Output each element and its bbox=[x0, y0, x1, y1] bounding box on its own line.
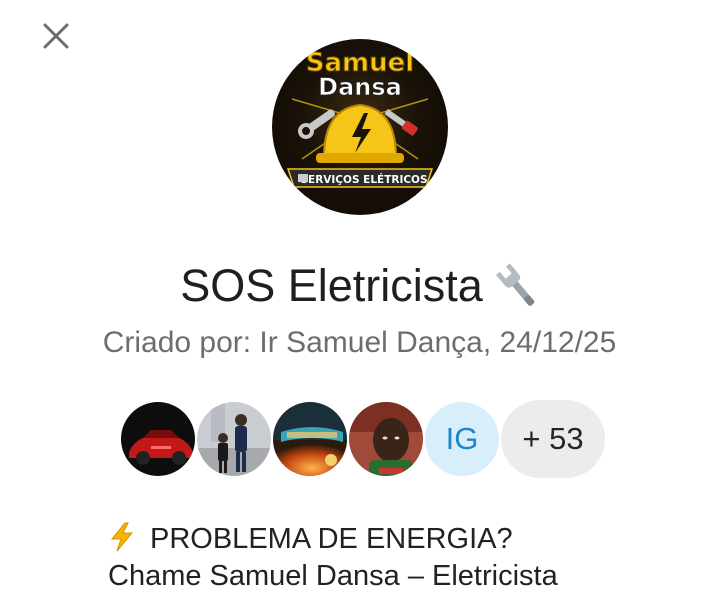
close-icon bbox=[43, 23, 69, 49]
description-headline: PROBLEMA DE ENERGIA? bbox=[150, 523, 513, 555]
group-description: PROBLEMA DE ENERGIA? Chame Samuel Dansa … bbox=[108, 521, 668, 595]
member-avatar[interactable] bbox=[347, 400, 425, 478]
group-name: SOS Eletricista bbox=[180, 260, 483, 312]
samuel-dansa-logo: Samuel Dansa SERVIÇOS ELÉTRICOS bbox=[286, 48, 434, 188]
member-avatar[interactable] bbox=[271, 400, 349, 478]
lightning-icon bbox=[110, 522, 134, 552]
member-avatar[interactable] bbox=[195, 400, 273, 478]
member-photo-daniel-book bbox=[273, 402, 347, 476]
description-line-1: PROBLEMA DE ENERGIA? bbox=[108, 521, 668, 558]
svg-text:SERVIÇOS ELÉTRICOS: SERVIÇOS ELÉTRICOS bbox=[300, 173, 427, 186]
member-initials-avatar[interactable]: IG bbox=[423, 400, 501, 478]
member-photo-man bbox=[349, 402, 423, 476]
close-button[interactable] bbox=[36, 16, 76, 56]
member-photo-two-people bbox=[197, 402, 271, 476]
member-photo-red-car bbox=[121, 402, 195, 476]
member-avatar[interactable] bbox=[119, 400, 197, 478]
wrench-icon bbox=[495, 263, 535, 306]
group-title: SOS Eletricista bbox=[0, 255, 719, 314]
created-by-text: Criado por: Ir Samuel Dança, 24/12/25 bbox=[102, 326, 617, 359]
group-avatar[interactable]: Samuel Dansa SERVIÇOS ELÉTRICOS bbox=[272, 39, 448, 215]
group-info-screen: Samuel Dansa SERVIÇOS ELÉTRICOS SOS Elet… bbox=[0, 0, 719, 600]
members-row[interactable]: IG + 53 bbox=[119, 399, 605, 479]
svg-text:Dansa: Dansa bbox=[318, 73, 402, 101]
description-line-2: Chame Samuel Dansa – Eletricista bbox=[108, 560, 558, 592]
more-members-button[interactable]: + 53 bbox=[501, 400, 605, 478]
